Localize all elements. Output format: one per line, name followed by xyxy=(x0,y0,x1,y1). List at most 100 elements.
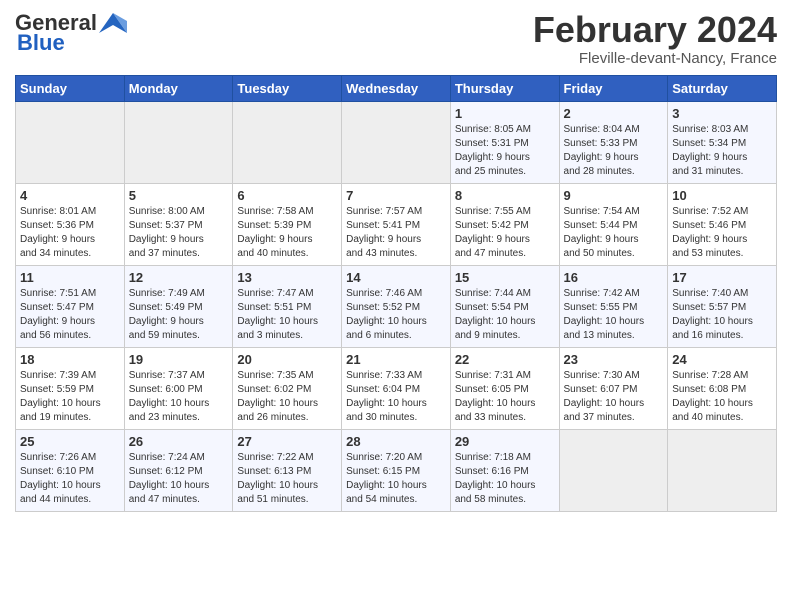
day-header-tuesday: Tuesday xyxy=(233,75,342,101)
calendar-cell xyxy=(124,101,233,183)
calendar-cell: 5 Sunrise: 8:00 AM Sunset: 5:37 PM Daylig… xyxy=(124,183,233,265)
calendar-cell: 12 Sunrise: 7:49 AM Sunset: 5:49 PM Dayli… xyxy=(124,265,233,347)
calendar-cell: 2 Sunrise: 8:04 AM Sunset: 5:33 PM Daylig… xyxy=(559,101,668,183)
cell-content: Sunrise: 7:46 AM Sunset: 5:52 PM Dayligh… xyxy=(346,287,446,343)
day-number: 26 xyxy=(129,434,229,449)
calendar-cell: 11Sunrise: 7:51 AM Sunset: 5:47 PM Dayli… xyxy=(16,265,125,347)
day-number: 19 xyxy=(129,352,229,367)
calendar-week-row: 18 Sunrise: 7:39 AM Sunset: 5:59 PM Dayli… xyxy=(16,347,777,429)
calendar-cell: 22Sunrise: 7:31 AM Sunset: 6:05 PM Dayli… xyxy=(450,347,559,429)
cell-content: Sunrise: 7:58 AM Sunset: 5:39 PM Dayligh… xyxy=(237,205,337,261)
cell-content: Sunrise: 8:04 AM Sunset: 5:33 PM Dayligh… xyxy=(564,123,664,179)
calendar-cell: 17Sunrise: 7:40 AM Sunset: 5:57 PM Dayli… xyxy=(668,265,777,347)
day-header-friday: Friday xyxy=(559,75,668,101)
cell-content: Sunrise: 7:20 AM Sunset: 6:15 PM Dayligh… xyxy=(346,451,446,507)
cell-content: Sunrise: 7:28 AM Sunset: 6:08 PM Dayligh… xyxy=(672,369,772,425)
month-title: February 2024 xyxy=(533,10,777,50)
day-number: 14 xyxy=(346,270,446,285)
calendar-cell: 25 Sunrise: 7:26 AM Sunset: 6:10 PM Dayli… xyxy=(16,429,125,511)
calendar-cell: 14 Sunrise: 7:46 AM Sunset: 5:52 PM Dayli… xyxy=(342,265,451,347)
cell-content: Sunrise: 8:03 AM Sunset: 5:34 PM Dayligh… xyxy=(672,123,772,179)
day-header-saturday: Saturday xyxy=(668,75,777,101)
cell-content: Sunrise: 8:00 AM Sunset: 5:37 PM Dayligh… xyxy=(129,205,229,261)
cell-content: Sunrise: 7:55 AM Sunset: 5:42 PM Dayligh… xyxy=(455,205,555,261)
calendar-cell: 4Sunrise: 8:01 AM Sunset: 5:36 PM Daylig… xyxy=(16,183,125,265)
cell-content: Sunrise: 7:52 AM Sunset: 5:46 PM Dayligh… xyxy=(672,205,772,261)
day-number: 6 xyxy=(237,188,337,203)
day-number: 2 xyxy=(564,106,664,121)
day-number: 10 xyxy=(672,188,772,203)
day-number: 13 xyxy=(237,270,337,285)
day-number: 12 xyxy=(129,270,229,285)
calendar-cell: 9Sunrise: 7:54 AM Sunset: 5:44 PM Daylig… xyxy=(559,183,668,265)
calendar-cell: 28 Sunrise: 7:20 AM Sunset: 6:15 PM Dayli… xyxy=(342,429,451,511)
day-number: 20 xyxy=(237,352,337,367)
calendar-week-row: 11Sunrise: 7:51 AM Sunset: 5:47 PM Dayli… xyxy=(16,265,777,347)
cell-content: Sunrise: 8:05 AM Sunset: 5:31 PM Dayligh… xyxy=(455,123,555,179)
calendar-table: SundayMondayTuesdayWednesdayThursdayFrid… xyxy=(15,75,777,512)
day-number: 15 xyxy=(455,270,555,285)
day-number: 27 xyxy=(237,434,337,449)
day-number: 7 xyxy=(346,188,446,203)
day-header-thursday: Thursday xyxy=(450,75,559,101)
day-number: 1 xyxy=(455,106,555,121)
logo-blue: Blue xyxy=(15,30,65,56)
calendar-week-row: 4Sunrise: 8:01 AM Sunset: 5:36 PM Daylig… xyxy=(16,183,777,265)
day-number: 4 xyxy=(20,188,120,203)
calendar-header-row: SundayMondayTuesdayWednesdayThursdayFrid… xyxy=(16,75,777,101)
calendar-cell xyxy=(668,429,777,511)
calendar-cell: 23 Sunrise: 7:30 AM Sunset: 6:07 PM Dayli… xyxy=(559,347,668,429)
logo: General Blue xyxy=(15,10,127,56)
cell-content: Sunrise: 7:30 AM Sunset: 6:07 PM Dayligh… xyxy=(564,369,664,425)
day-header-sunday: Sunday xyxy=(16,75,125,101)
cell-content: Sunrise: 7:18 AM Sunset: 6:16 PM Dayligh… xyxy=(455,451,555,507)
cell-content: Sunrise: 7:39 AM Sunset: 5:59 PM Dayligh… xyxy=(20,369,120,425)
day-number: 16 xyxy=(564,270,664,285)
calendar-cell: 3 Sunrise: 8:03 AM Sunset: 5:34 PM Daylig… xyxy=(668,101,777,183)
calendar-cell: 29 Sunrise: 7:18 AM Sunset: 6:16 PM Dayli… xyxy=(450,429,559,511)
cell-content: Sunrise: 7:44 AM Sunset: 5:54 PM Dayligh… xyxy=(455,287,555,343)
calendar-cell: 8Sunrise: 7:55 AM Sunset: 5:42 PM Daylig… xyxy=(450,183,559,265)
cell-content: Sunrise: 7:57 AM Sunset: 5:41 PM Dayligh… xyxy=(346,205,446,261)
cell-content: Sunrise: 7:47 AM Sunset: 5:51 PM Dayligh… xyxy=(237,287,337,343)
cell-content: Sunrise: 7:51 AM Sunset: 5:47 PM Dayligh… xyxy=(20,287,120,343)
title-block: February 2024 Fleville-devant-Nancy, Fra… xyxy=(533,10,777,67)
calendar-cell xyxy=(233,101,342,183)
cell-content: Sunrise: 7:33 AM Sunset: 6:04 PM Dayligh… xyxy=(346,369,446,425)
calendar-cell: 21 Sunrise: 7:33 AM Sunset: 6:04 PM Dayli… xyxy=(342,347,451,429)
page-header: General Blue February 2024 Fleville-deva… xyxy=(15,10,777,67)
calendar-week-row: 1 Sunrise: 8:05 AM Sunset: 5:31 PM Daylig… xyxy=(16,101,777,183)
day-header-wednesday: Wednesday xyxy=(342,75,451,101)
cell-content: Sunrise: 7:35 AM Sunset: 6:02 PM Dayligh… xyxy=(237,369,337,425)
calendar-week-row: 25 Sunrise: 7:26 AM Sunset: 6:10 PM Dayli… xyxy=(16,429,777,511)
calendar-cell: 24 Sunrise: 7:28 AM Sunset: 6:08 PM Dayli… xyxy=(668,347,777,429)
cell-content: Sunrise: 7:22 AM Sunset: 6:13 PM Dayligh… xyxy=(237,451,337,507)
cell-content: Sunrise: 7:26 AM Sunset: 6:10 PM Dayligh… xyxy=(20,451,120,507)
calendar-cell: 15 Sunrise: 7:44 AM Sunset: 5:54 PM Dayli… xyxy=(450,265,559,347)
day-number: 29 xyxy=(455,434,555,449)
day-number: 21 xyxy=(346,352,446,367)
day-number: 24 xyxy=(672,352,772,367)
calendar-cell: 1 Sunrise: 8:05 AM Sunset: 5:31 PM Daylig… xyxy=(450,101,559,183)
logo-bird-icon xyxy=(99,13,127,33)
calendar-cell: 6 Sunrise: 7:58 AM Sunset: 5:39 PM Daylig… xyxy=(233,183,342,265)
calendar-cell: 27 Sunrise: 7:22 AM Sunset: 6:13 PM Dayli… xyxy=(233,429,342,511)
cell-content: Sunrise: 7:54 AM Sunset: 5:44 PM Dayligh… xyxy=(564,205,664,261)
cell-content: Sunrise: 7:42 AM Sunset: 5:55 PM Dayligh… xyxy=(564,287,664,343)
day-header-monday: Monday xyxy=(124,75,233,101)
calendar-cell: 13 Sunrise: 7:47 AM Sunset: 5:51 PM Dayli… xyxy=(233,265,342,347)
calendar-cell: 26Sunrise: 7:24 AM Sunset: 6:12 PM Dayli… xyxy=(124,429,233,511)
location: Fleville-devant-Nancy, France xyxy=(533,50,777,67)
calendar-cell xyxy=(16,101,125,183)
day-number: 5 xyxy=(129,188,229,203)
day-number: 23 xyxy=(564,352,664,367)
day-number: 18 xyxy=(20,352,120,367)
calendar-cell xyxy=(559,429,668,511)
day-number: 25 xyxy=(20,434,120,449)
cell-content: Sunrise: 7:49 AM Sunset: 5:49 PM Dayligh… xyxy=(129,287,229,343)
calendar-cell: 20 Sunrise: 7:35 AM Sunset: 6:02 PM Dayli… xyxy=(233,347,342,429)
day-number: 3 xyxy=(672,106,772,121)
calendar-cell: 16 Sunrise: 7:42 AM Sunset: 5:55 PM Dayli… xyxy=(559,265,668,347)
calendar-cell xyxy=(342,101,451,183)
day-number: 28 xyxy=(346,434,446,449)
